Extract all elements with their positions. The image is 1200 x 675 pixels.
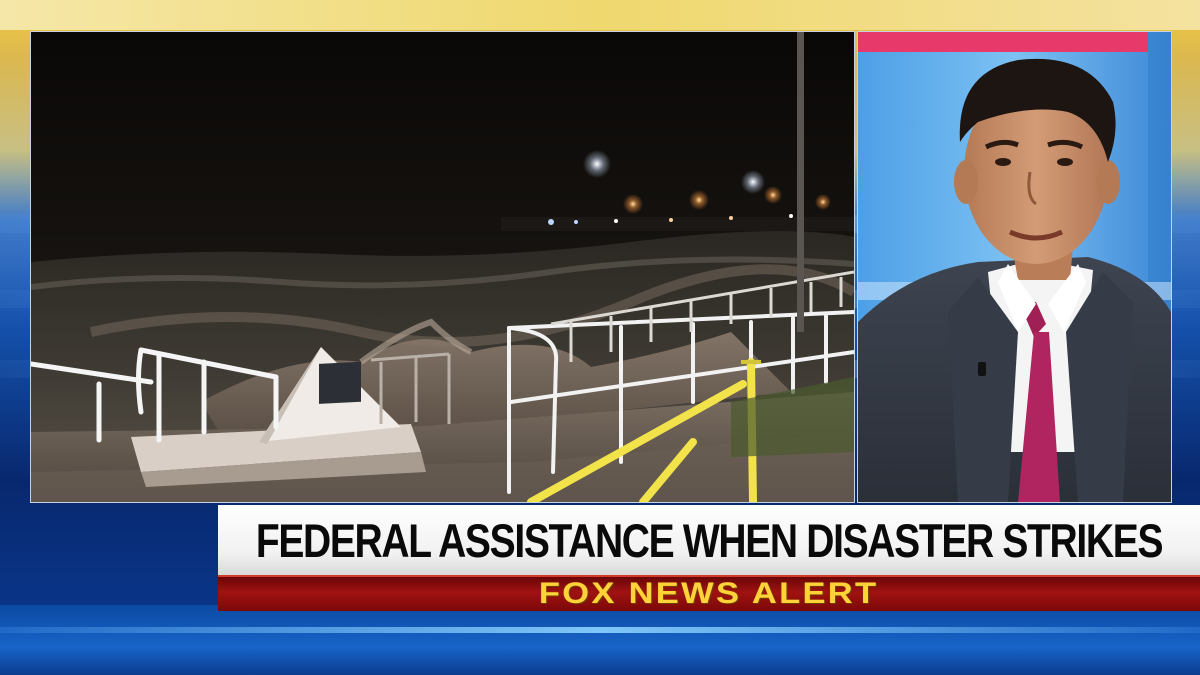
news-alert-bar: FOX NEWS ALERT [218, 575, 1200, 611]
storm-footage-panel [30, 31, 855, 503]
background-bottom-band [0, 605, 1200, 675]
guest-image [858, 32, 1171, 502]
guest-video-panel [857, 31, 1172, 503]
news-alert-label: FOX NEWS ALERT [539, 577, 879, 610]
headline-bar: FEDERAL ASSISTANCE WHEN DISASTER STRIKES [218, 505, 1200, 575]
background-bottom-glow [0, 627, 1200, 633]
background-top-strip [0, 0, 1200, 30]
storm-footage-image [31, 32, 854, 502]
lower-third-banner: FEDERAL ASSISTANCE WHEN DISASTER STRIKES… [218, 505, 1200, 611]
headline-text: FEDERAL ASSISTANCE WHEN DISASTER STRIKES [255, 513, 1164, 567]
